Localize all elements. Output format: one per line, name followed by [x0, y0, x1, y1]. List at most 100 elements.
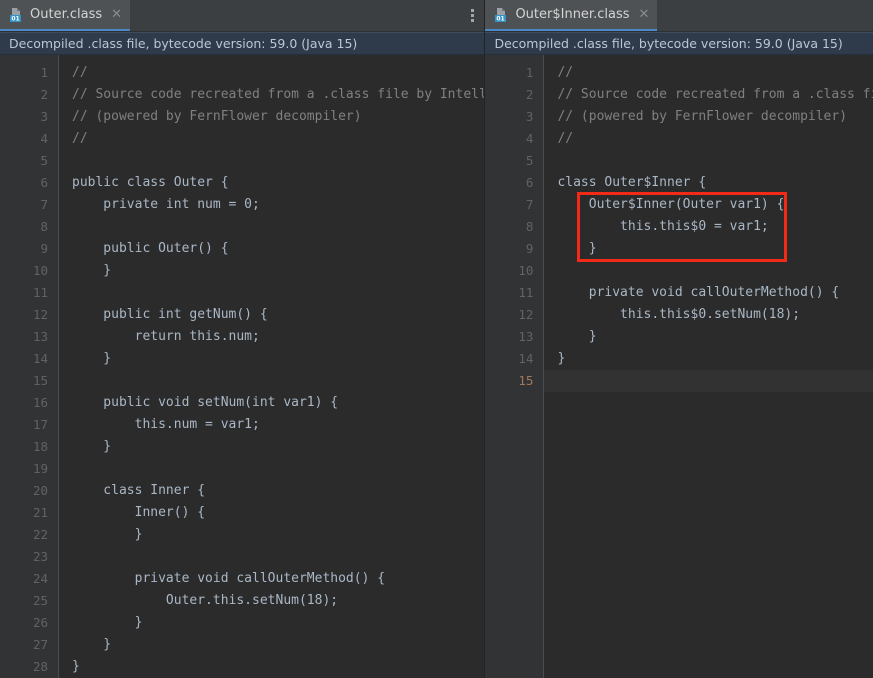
code-line[interactable]	[557, 150, 873, 172]
code-line[interactable]: //	[557, 128, 873, 150]
close-icon[interactable]: ✕	[639, 8, 650, 21]
code-line[interactable]: this.this$0.setNum(18);	[557, 304, 873, 326]
code-line[interactable]: }	[72, 436, 484, 458]
code-line[interactable]: //	[72, 128, 484, 150]
line-number: 12	[518, 307, 534, 322]
code-line[interactable]: private int num = 0;	[72, 194, 484, 216]
banner-text: Decompiled .class file, bytecode version…	[494, 36, 843, 51]
line-number: 7	[525, 197, 534, 212]
code-line[interactable]: }	[72, 634, 484, 656]
code-line[interactable]: // Source code recreated from a .class f…	[557, 84, 873, 106]
line-number: 25	[32, 593, 48, 608]
editor-diff-window: 01 Outer.class ✕ Decompiled .class file,…	[0, 0, 873, 678]
code-line[interactable]: this.num = var1;	[72, 414, 484, 436]
code-line[interactable]: }	[72, 348, 484, 370]
left-line-number-gutter: 1 2 3 4 5 6 7 8 9 10 11 12 13 14 15 16 17 18 19 20 21 22 23 24 2…	[0, 55, 59, 678]
tab-bar-spacer	[657, 0, 873, 31]
code-line[interactable]: public void setNum(int var1) {	[72, 392, 484, 414]
line-number: 19	[32, 461, 48, 476]
line-number: 17	[32, 417, 48, 432]
line-number: 1	[525, 65, 534, 80]
line-number: 11	[518, 285, 534, 300]
code-line[interactable]: }	[72, 524, 484, 546]
code-line[interactable]: }	[557, 238, 873, 260]
code-line[interactable]: }	[72, 656, 484, 678]
line-number: 15	[32, 373, 48, 388]
line-number: 4	[40, 131, 48, 146]
svg-text:01: 01	[497, 15, 505, 22]
code-line[interactable]: Inner() {	[72, 502, 484, 524]
line-number: 5	[525, 153, 534, 168]
line-number: 9	[525, 241, 534, 256]
line-number: 27	[32, 637, 48, 652]
tab-outer-class[interactable]: 01 Outer.class ✕	[0, 0, 131, 31]
code-line[interactable]: this.this$0 = var1;	[557, 216, 873, 238]
right-editor-panel: 01 Outer$Inner.class ✕ Decompiled .class…	[484, 0, 873, 678]
line-number: 14	[518, 351, 534, 366]
code-line[interactable]: public int getNum() {	[72, 304, 484, 326]
right-code-area[interactable]: //// Source code recreated from a .class…	[544, 55, 873, 678]
code-line[interactable]	[72, 370, 484, 392]
code-line[interactable]: private void callOuterMethod() {	[72, 568, 484, 590]
code-line[interactable]: }	[557, 348, 873, 370]
code-line[interactable]: class Outer$Inner {	[557, 172, 873, 194]
line-number: 1	[40, 65, 48, 80]
compiled-class-file-icon: 01	[494, 7, 509, 23]
code-line[interactable]	[72, 458, 484, 480]
code-line[interactable]	[544, 370, 873, 392]
code-line[interactable]	[72, 282, 484, 304]
code-line[interactable]: // (powered by FernFlower decompiler)	[72, 106, 484, 128]
line-number: 26	[32, 615, 48, 630]
line-number: 16	[32, 395, 48, 410]
line-number: 14	[32, 351, 48, 366]
code-line[interactable]	[72, 546, 484, 568]
left-code-editor[interactable]: 1 2 3 4 5 6 7 8 9 10 11 12 13 14 15 16 17 18 19 20 21 22 23 24 2…	[0, 55, 485, 678]
code-line[interactable]: class Inner {	[72, 480, 484, 502]
menu-dot	[470, 19, 474, 22]
tab-overflow-menu-icon[interactable]	[460, 0, 484, 31]
code-line[interactable]: // (powered by FernFlower decompiler)	[557, 106, 873, 128]
code-line[interactable]	[72, 216, 484, 238]
code-line[interactable]: Outer.this.setNum(18);	[72, 590, 484, 612]
line-number: 3	[525, 109, 534, 124]
line-number: 2	[40, 87, 48, 102]
line-number: 5	[40, 153, 48, 168]
code-line[interactable]: Outer$Inner(Outer var1) {	[557, 194, 873, 216]
code-line[interactable]	[72, 150, 484, 172]
tab-label: Outer.class	[30, 7, 103, 22]
code-line[interactable]: }	[557, 326, 873, 348]
code-line[interactable]: //	[72, 62, 484, 84]
left-tab-bar: 01 Outer.class ✕	[0, 0, 485, 32]
code-line[interactable]: public class Outer {	[72, 172, 484, 194]
left-code-area[interactable]: //// Source code recreated from a .class…	[59, 55, 485, 678]
close-icon[interactable]: ✕	[111, 8, 122, 21]
menu-dot	[470, 9, 474, 12]
code-line[interactable]: public Outer() {	[72, 238, 484, 260]
right-code-editor[interactable]: 1 2 3 4 5 6 7 8 9 10 11 12 13 14 15 //// Source code r…	[485, 55, 873, 678]
line-number: 21	[32, 505, 48, 520]
code-line[interactable]: //	[557, 62, 873, 84]
line-number: 7	[40, 197, 48, 212]
tab-bar-spacer	[130, 0, 460, 31]
right-decompiled-banner: Decompiled .class file, bytecode version…	[485, 32, 873, 55]
line-number: 8	[525, 219, 534, 234]
svg-text:01: 01	[11, 15, 19, 22]
line-number: 6	[525, 175, 534, 190]
code-line[interactable]: return this.num;	[72, 326, 484, 348]
line-number: 9	[40, 241, 48, 256]
code-line[interactable]: private void callOuterMethod() {	[557, 282, 873, 304]
left-decompiled-banner: Decompiled .class file, bytecode version…	[0, 32, 485, 55]
line-number: 22	[32, 527, 48, 542]
line-number: 23	[32, 549, 48, 564]
line-number: 8	[40, 219, 48, 234]
code-line[interactable]: }	[72, 260, 484, 282]
line-number: 11	[32, 285, 48, 300]
tab-outer-inner-class[interactable]: 01 Outer$Inner.class ✕	[485, 0, 658, 31]
line-number: 13	[32, 329, 48, 344]
tab-label: Outer$Inner.class	[515, 7, 630, 22]
code-line[interactable]: }	[72, 612, 484, 634]
code-line[interactable]: // Source code recreated from a .class f…	[72, 84, 484, 106]
compiled-class-file-icon: 01	[9, 7, 24, 23]
code-line[interactable]	[557, 260, 873, 282]
right-line-number-gutter: 1 2 3 4 5 6 7 8 9 10 11 12 13 14 15	[485, 55, 545, 678]
